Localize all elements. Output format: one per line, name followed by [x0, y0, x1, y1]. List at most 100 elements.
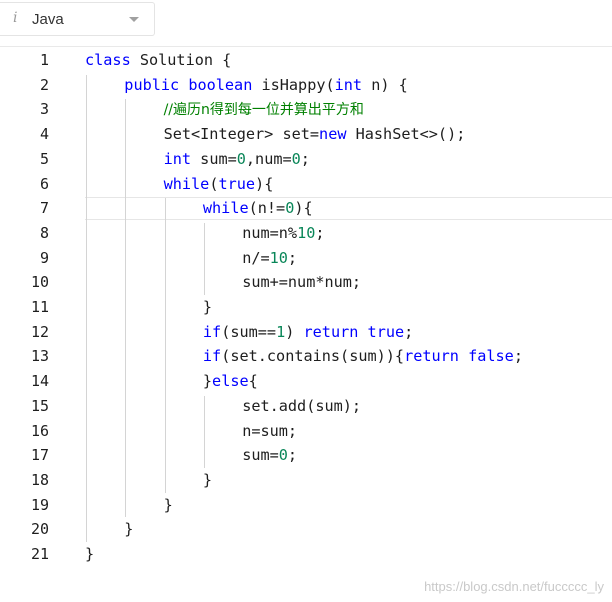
line-number: 19 — [30, 495, 49, 514]
code-token: sum= — [191, 149, 237, 168]
code-line[interactable]: int sum=0,num=0; — [164, 147, 310, 172]
code-line[interactable]: public boolean isHappy(int n) { — [124, 73, 408, 98]
code-token: 10 — [297, 223, 316, 242]
code-token: n) { — [362, 75, 408, 94]
code-token: ; — [287, 446, 298, 465]
code-token: else — [212, 372, 249, 391]
line-number: 6 — [39, 174, 49, 193]
code-token: class — [85, 51, 131, 69]
line-number: 12 — [30, 322, 49, 341]
line-number: 17 — [30, 446, 49, 465]
code-token: n/= — [242, 248, 270, 267]
code-token: ,num= — [245, 149, 292, 168]
code-token: (sum== — [221, 322, 277, 341]
code-token: 0 — [285, 199, 295, 218]
code-line[interactable]: } — [203, 295, 212, 320]
line-number: 4 — [39, 125, 49, 144]
code-line[interactable]: n=sum; — [242, 419, 297, 444]
code-line[interactable]: n/=10; — [242, 246, 297, 271]
code-token: public — [124, 75, 180, 94]
code-token: if — [202, 322, 222, 341]
line-number: 9 — [39, 248, 49, 267]
line-number: 21 — [30, 545, 49, 563]
code-token: true — [218, 174, 256, 193]
code-token: (set.contains(sum)){ — [221, 347, 405, 366]
code-token: if — [202, 347, 222, 366]
code-token: } — [202, 372, 213, 391]
code-token: sum= — [242, 446, 279, 465]
line-number: 5 — [39, 149, 49, 168]
code-line[interactable]: } — [164, 493, 173, 518]
code-token: ) — [285, 322, 304, 341]
code-token: } — [202, 298, 213, 316]
code-line[interactable]: //遍历n得到每一位并算出平方和 — [164, 97, 364, 122]
code-token: ; — [300, 149, 310, 168]
indent-guide — [86, 74, 87, 542]
code-token: HashSet<>(); — [346, 125, 466, 144]
line-number: 15 — [30, 396, 49, 415]
code-editor[interactable]: 1 2 3 4 5 6 7 8 9 10 11 12 13 14 15 16 17 18 19 20 21 class … — [0, 46, 612, 572]
code-line[interactable]: while(n!=0){ — [203, 196, 313, 221]
line-number: 1 — [39, 51, 49, 69]
code-token: Solution { — [130, 51, 232, 69]
code-line[interactable]: if(set.contains(sum)){return false; — [203, 344, 523, 369]
code-token: ){ — [294, 199, 313, 218]
line-number: 3 — [39, 100, 49, 119]
language-select[interactable]: i Java — [0, 2, 155, 36]
code-token: 0 — [236, 149, 246, 168]
code-token: 0 — [291, 149, 301, 168]
code-token: 10 — [269, 248, 288, 267]
watermark: https://blog.csdn.net/fuccccc_ly — [424, 579, 604, 594]
code-content[interactable]: class Solution {public boolean isHappy(i… — [85, 47, 612, 572]
code-line[interactable]: } — [203, 468, 212, 493]
code-token: while — [202, 199, 249, 218]
code-line[interactable]: }else{ — [203, 369, 258, 394]
code-token: isHappy( — [252, 75, 335, 94]
code-line[interactable]: Set<Integer> set=new HashSet<>(); — [164, 122, 466, 147]
code-line[interactable]: while(true){ — [164, 172, 274, 197]
code-token: return — [303, 322, 359, 341]
line-number: 2 — [39, 75, 49, 94]
code-line[interactable]: set.add(sum); — [242, 394, 361, 419]
code-token: 1 — [276, 322, 286, 341]
code-token: Set<Integer> set= — [163, 125, 320, 144]
code-line[interactable]: } — [85, 542, 94, 567]
indent-guide — [164, 198, 166, 493]
indent-guide — [125, 99, 127, 518]
code-token: { — [248, 372, 258, 391]
code-line[interactable]: num=n%10; — [242, 221, 324, 246]
code-line[interactable]: sum=0; — [242, 443, 297, 468]
code-token: ; — [315, 223, 325, 242]
code-line[interactable]: } — [124, 517, 133, 542]
code-line[interactable]: if(sum==1) return true; — [203, 320, 413, 345]
code-line[interactable]: sum+=num*num; — [242, 270, 361, 295]
code-token: return — [404, 347, 459, 366]
code-token: } — [85, 545, 95, 563]
code-line[interactable]: class Solution { — [85, 48, 231, 73]
chevron-down-icon — [129, 17, 139, 22]
language-select-value: Java — [32, 11, 64, 28]
line-number: 11 — [30, 298, 49, 316]
indent-guide — [203, 395, 205, 468]
code-token: //遍历n得到每一位并算出平方和 — [163, 102, 364, 119]
code-token: } — [124, 520, 134, 539]
line-number: 14 — [30, 372, 49, 391]
line-number: 7 — [39, 199, 49, 218]
code-token: n=sum; — [242, 421, 298, 440]
code-token: set.add(sum); — [242, 396, 362, 415]
code-token: true — [367, 322, 405, 341]
code-token: new — [319, 125, 347, 144]
line-number: 16 — [30, 421, 49, 440]
code-token: int — [163, 149, 192, 168]
code-token: ; — [513, 347, 523, 366]
code-token: (n!= — [248, 199, 286, 218]
info-icon: i — [13, 10, 18, 26]
code-token: num=n% — [242, 223, 298, 242]
line-number: 13 — [30, 347, 49, 366]
code-token: int — [334, 75, 363, 94]
code-token: } — [202, 470, 213, 489]
code-token: sum+=num*num; — [242, 273, 362, 292]
line-number: 20 — [30, 520, 49, 539]
